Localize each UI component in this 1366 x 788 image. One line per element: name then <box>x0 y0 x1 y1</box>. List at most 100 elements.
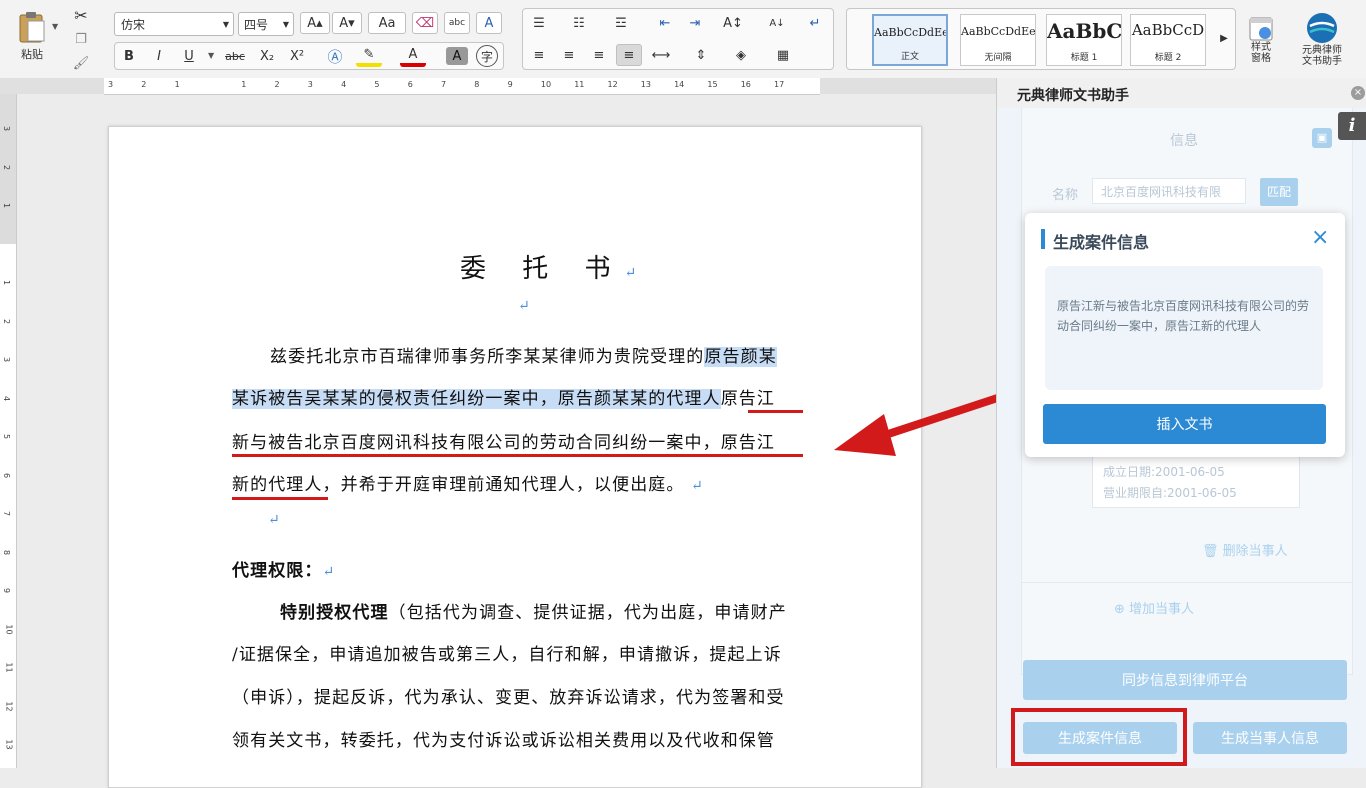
generate-party-info-button[interactable]: 生成当事人信息 <box>1193 722 1347 754</box>
styles-pane-button[interactable]: 样式 窗格 <box>1240 8 1282 72</box>
ruler-tick-label: 13 <box>4 739 14 750</box>
align-left-icon[interactable]: ≡ <box>526 44 552 66</box>
grow-font-button[interactable]: A▴ <box>300 12 330 34</box>
format-painter-icon[interactable]: 🖌 <box>68 52 94 74</box>
vertical-ruler[interactable]: 3 2 1 1 2 3 4 5 6 7 8 9 10 11 12 13 <box>0 94 17 768</box>
increase-indent-icon[interactable]: ⇥ <box>682 12 708 34</box>
doc-line-6: 特别授权代理（包括代为调查、提供证据，代为出庭，申请财产 <box>280 598 787 623</box>
doc-line-1: 兹委托北京市百瑞律师事务所李某某律师为贵院受理的原告颜某 <box>270 342 777 367</box>
doc-text: （申诉），提起反诉，代为承认、变更、放弃诉讼请求，代为签署和受 <box>232 688 785 708</box>
highlight-icon[interactable]: ✎ <box>356 45 382 67</box>
chevron-down-icon: ▼ <box>222 19 229 29</box>
multilevel-list-icon[interactable]: ☲ <box>608 12 634 34</box>
sort-icon[interactable]: A↓ <box>764 12 790 34</box>
ruler-tick-label: 7 <box>441 80 447 89</box>
doc-text: 新的代理人 <box>232 475 323 495</box>
text-direction-icon[interactable]: A↕ <box>720 12 746 34</box>
change-case-button[interactable]: Aa <box>368 12 406 34</box>
add-party-button[interactable]: ⊕ 增加当事人 <box>1114 598 1194 617</box>
ruler-tick-label: 9 <box>2 587 12 594</box>
style-sample: AaBbCcDdEe <box>874 26 946 39</box>
font-color-button[interactable]: A <box>400 45 426 67</box>
superscript-button[interactable]: X² <box>284 45 310 67</box>
paragraph-mark-icon: ↵ <box>691 478 704 494</box>
font-size-select[interactable]: 四号 ▼ <box>238 12 294 36</box>
ruler-tick-label: 5 <box>374 80 380 89</box>
briefcase-icon[interactable]: ▣ <box>1312 128 1332 148</box>
subscript-button[interactable]: X₂ <box>254 45 280 67</box>
ruler-tick-label: 12 <box>607 80 618 89</box>
align-right-icon[interactable]: ≡ <box>586 44 612 66</box>
ruler-tick-label: 10 <box>4 623 14 635</box>
borders-icon[interactable]: ▦ <box>770 44 796 66</box>
font-name-select[interactable]: 仿宋 ▼ <box>114 12 234 36</box>
paste-dropdown-icon[interactable]: ▼ <box>52 22 58 31</box>
ruler-tick-label: 10 <box>540 80 552 89</box>
case-info-text: 原告江新与被告北京百度网讯科技有限公司的劳动合同纠纷一案中，原告江新的代理人 <box>1045 266 1323 390</box>
document-title: 委 托 书↵ <box>460 248 650 285</box>
decrease-indent-icon[interactable]: ⇤ <box>652 12 678 34</box>
style-heading-1[interactable]: AaBbC 标题 1 <box>1046 14 1122 66</box>
ruler-tick-label: 1 <box>2 279 12 286</box>
text-effect-icon[interactable]: Ⓐ <box>322 45 348 67</box>
strikethrough-button[interactable]: abc <box>222 45 248 67</box>
section-heading: 代理权限：↵ <box>232 556 335 581</box>
doc-text: 领有关文书，转委托，代为支付诉讼或诉讼相关费用以及代收和保管 <box>232 731 775 751</box>
close-icon[interactable]: × <box>1351 86 1365 100</box>
char-shading-button[interactable]: A <box>446 47 468 65</box>
paste-button[interactable]: 粘贴 <box>10 6 54 66</box>
paragraph-mark-icon: ↵ <box>322 564 336 580</box>
cut-icon[interactable]: ✂ <box>68 4 94 26</box>
red-underline-annotation <box>748 410 803 413</box>
doc-text-selected: 某诉被告吴某某的侵权责任纠纷一案中，原告颜某某的代理人 <box>232 389 721 409</box>
align-center-icon[interactable]: ≡ <box>556 44 582 66</box>
yuandian-addin-button[interactable]: 元典律师 文书助手 <box>1294 6 1350 72</box>
task-pane-header: 元典律师文书助手 × <box>997 78 1366 108</box>
char-border-button[interactable]: A <box>476 12 502 34</box>
insert-document-button[interactable]: 插入文书 <box>1043 404 1326 444</box>
justify-icon[interactable]: ≡ <box>616 44 642 66</box>
sync-platform-button[interactable]: 同步信息到律师平台 <box>1023 660 1347 700</box>
style-name: 标题 2 <box>1154 53 1182 63</box>
underline-dropdown-icon[interactable]: ▼ <box>208 51 214 60</box>
numbering-icon[interactable]: ☷ <box>566 12 592 34</box>
document-title-text: 委 托 书 <box>460 254 625 284</box>
ruler-tick-label: 3 <box>2 125 12 132</box>
info-label: 信息 <box>1170 133 1198 149</box>
styles-more-icon[interactable]: ▶ <box>1216 28 1232 48</box>
name-label: 名称 <box>1052 188 1079 203</box>
distributed-icon[interactable]: ⟷ <box>648 44 674 66</box>
shrink-font-button[interactable]: A▾ <box>332 12 362 34</box>
bold-button[interactable]: B <box>116 45 142 67</box>
yuandian-addin-label: 元典律师 文书助手 <box>1302 45 1342 67</box>
established-date: 成立日期:2001-06-05 <box>1103 465 1225 479</box>
ruler-tick-label: 8 <box>474 80 480 89</box>
match-button[interactable]: 匹配 <box>1260 178 1298 206</box>
doc-text: ，并希于开庭审理前通知代理人，以便出庭。 <box>322 475 685 495</box>
ruler-tick-label: 16 <box>740 80 751 89</box>
copy-icon[interactable]: ❐ <box>68 28 94 50</box>
underline-button[interactable]: U <box>176 45 202 67</box>
bullets-icon[interactable]: ☰ <box>526 12 552 34</box>
style-normal[interactable]: AaBbCcDdEe 正文 <box>872 14 948 66</box>
info-badge-icon[interactable]: i <box>1338 112 1366 140</box>
ruler-tick-label: 9 <box>507 80 513 89</box>
delete-party-button[interactable]: 🗑 删除当事人 <box>1202 540 1288 559</box>
ruler-tick-label: 2 <box>2 164 12 170</box>
line-break-icon[interactable]: ↵ <box>802 12 828 34</box>
style-heading-2[interactable]: AaBbCcD 标题 2 <box>1130 14 1206 66</box>
doc-line-9: 领有关文书，转委托，代为支付诉讼或诉讼相关费用以及代收和保管 <box>232 726 775 751</box>
clear-format-icon[interactable]: ⌫ <box>412 12 438 34</box>
enclose-char-button[interactable]: 字 <box>476 45 498 67</box>
close-icon[interactable]: × <box>1311 227 1329 249</box>
shading-icon[interactable]: ◈ <box>728 44 754 66</box>
horizontal-ruler[interactable]: 3 2 1 1 2 3 4 5 6 7 8 9 10 11 12 13 14 15 16 17 <box>104 78 820 95</box>
line-spacing-icon[interactable]: ⇕ <box>688 44 714 66</box>
chevron-down-icon: ▼ <box>282 19 289 29</box>
italic-button[interactable]: I <box>146 45 172 67</box>
ruler-tick-label: 3 <box>307 80 313 89</box>
style-no-spacing[interactable]: AaBbCcDdEe 无间隔 <box>960 14 1036 66</box>
phonetic-guide-button[interactable]: abc <box>444 12 470 34</box>
doc-text: /证据保全，申请追加被告或第三人，自行和解，申请撤诉，提起上诉 <box>232 645 782 665</box>
name-input[interactable]: 北京百度网讯科技有限 <box>1092 178 1246 204</box>
